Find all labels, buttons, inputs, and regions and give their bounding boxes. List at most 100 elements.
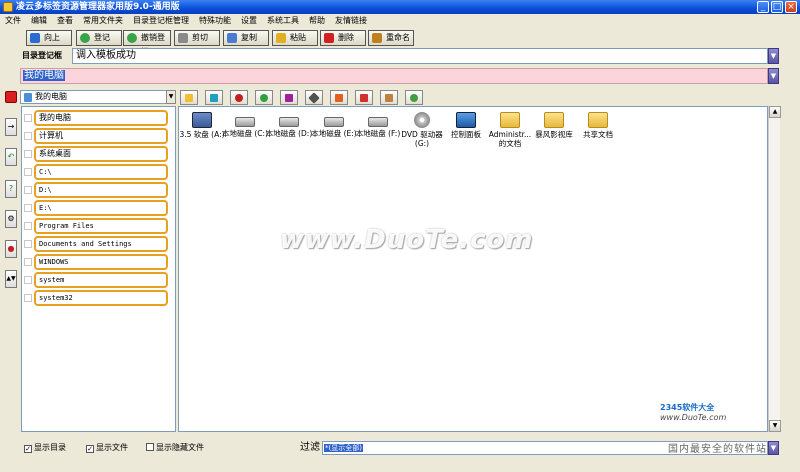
tree-checkbox[interactable] <box>24 258 32 266</box>
side-stop-button[interactable]: ● <box>5 240 17 258</box>
maximize-button[interactable]: □ <box>771 1 783 13</box>
show-files-checkbox[interactable]: ✓ 显示文件 <box>86 443 128 453</box>
minimize-button[interactable]: _ <box>757 1 769 13</box>
globe-icon <box>410 94 418 102</box>
tree-item[interactable]: 系统桌面 <box>24 145 174 163</box>
copy-button[interactable]: 复制 <box>223 30 269 46</box>
tree-combo[interactable]: 我的电脑 <box>20 90 174 104</box>
checkbox-checked-icon: ✓ <box>86 445 94 453</box>
folder-icon <box>588 112 608 128</box>
folder-tree: 我的电脑 计算机 系统桌面 C:\ D:\ E:\ Program Files … <box>21 106 176 432</box>
filter-dropdown-button[interactable]: ▼ <box>768 441 779 455</box>
diamond-button[interactable] <box>305 90 323 105</box>
refresh-button[interactable] <box>255 90 273 105</box>
title-bar: 凌云多标签资源管理器家用版9.0-通用版 <box>0 0 800 14</box>
brand-logo: 2345软件大全 www.DuoTe.com <box>660 403 727 422</box>
view-button[interactable] <box>280 90 298 105</box>
stop-button[interactable] <box>230 90 248 105</box>
menu-special[interactable]: 特殊功能 <box>194 14 236 28</box>
tree-checkbox[interactable] <box>24 240 32 248</box>
tree-checkbox[interactable] <box>24 186 32 194</box>
show-dirs-checkbox[interactable]: ✓ 显示目录 <box>24 443 66 453</box>
menu-view[interactable]: 查看 <box>52 14 78 28</box>
pencil-icon <box>360 94 368 102</box>
show-hidden-checkbox[interactable]: 显示隐藏文件 <box>146 443 204 453</box>
side-scroll-button[interactable]: ▲▼ <box>5 270 17 288</box>
file-pane: 3.5 软盘 (A:) 本地磁盘 (C:) 本地磁盘 (D:) 本地磁盘 (E:… <box>178 106 768 432</box>
copy-icon <box>227 33 237 43</box>
edit-button[interactable] <box>355 90 373 105</box>
menu-register-manage[interactable]: 目录登记框管理 <box>128 14 194 28</box>
network-button[interactable] <box>205 90 223 105</box>
refresh-icon <box>260 94 268 102</box>
file-item-shared-docs[interactable]: 共享文档 <box>572 112 624 139</box>
tree-checkbox[interactable] <box>24 294 32 302</box>
tree-item[interactable]: system <box>24 271 174 289</box>
folder-icon <box>185 94 193 102</box>
control-panel-icon <box>456 112 476 128</box>
tree-checkbox[interactable] <box>24 168 32 176</box>
path-dropdown-button[interactable]: ▼ <box>768 68 779 84</box>
side-help-button[interactable]: ? <box>5 180 17 198</box>
side-settings-button[interactable]: ⚙ <box>5 210 17 228</box>
tree-checkbox[interactable] <box>24 276 32 284</box>
tree-item[interactable]: 我的电脑 <box>24 109 174 127</box>
register-button[interactable]: 登记 <box>76 30 122 46</box>
menu-file[interactable]: 文件 <box>0 14 26 28</box>
diamond-icon <box>308 92 320 104</box>
tree-item[interactable]: system32 <box>24 289 174 307</box>
file-pane-scrollbar[interactable]: ▲ ▼ <box>768 106 781 432</box>
drive-icon <box>324 117 344 127</box>
menu-common-folders[interactable]: 常用文件夹 <box>78 14 128 28</box>
tree-item[interactable]: D:\ <box>24 181 174 199</box>
register-dropdown-button[interactable]: ▼ <box>768 48 779 64</box>
side-arrow-button[interactable]: → <box>5 118 17 136</box>
menu-edit[interactable]: 编辑 <box>26 14 52 28</box>
side-back-button[interactable]: ↶ <box>5 148 17 166</box>
register-message-field[interactable]: 调入模板成功 <box>72 48 768 64</box>
scroll-up-button[interactable]: ▲ <box>769 106 781 118</box>
unregister-button[interactable]: 撤销登记 <box>123 30 171 56</box>
menu-settings[interactable]: 设置 <box>236 14 262 28</box>
scissors-icon <box>178 33 188 43</box>
tree-combo-dropdown[interactable]: ▼ <box>166 90 176 104</box>
tree-item[interactable]: Documents and Settings <box>24 235 174 253</box>
menu-links[interactable]: 友情链接 <box>330 14 372 28</box>
dvd-icon <box>414 112 430 128</box>
computer-icon <box>24 93 32 102</box>
delete-button[interactable]: 删除 <box>320 30 366 46</box>
window-title: 凌云多标签资源管理器家用版9.0-通用版 <box>16 2 180 12</box>
menu-help[interactable]: 帮助 <box>304 14 330 28</box>
paste-button[interactable]: 粘贴 <box>272 30 318 46</box>
tree-checkbox[interactable] <box>24 114 32 122</box>
toolbar: 向上 登记 撤销登记 剪切 复制 粘贴 删除 重命名 <box>0 29 800 56</box>
rename-button[interactable]: 重命名 <box>368 30 414 46</box>
square-icon <box>285 94 293 102</box>
brand-tagline: 国内最安全的软件站 <box>668 444 767 455</box>
tree-item[interactable]: 计算机 <box>24 127 174 145</box>
file-toolbar <box>180 90 434 106</box>
globe-button[interactable] <box>405 90 423 105</box>
tree-item[interactable]: WINDOWS <box>24 253 174 271</box>
scroll-down-button[interactable]: ▼ <box>769 420 781 432</box>
tools-icon <box>385 94 393 102</box>
path-bar[interactable]: 我的电脑 <box>20 68 768 84</box>
tools-button[interactable] <box>380 90 398 105</box>
tree-item[interactable]: C:\ <box>24 163 174 181</box>
drive-icon <box>279 117 299 127</box>
tree-item[interactable]: Program Files <box>24 217 174 235</box>
close-button[interactable]: × <box>785 1 797 13</box>
tree-checkbox[interactable] <box>24 132 32 140</box>
menu-system-tools[interactable]: 系统工具 <box>262 14 304 28</box>
app-icon <box>3 2 13 12</box>
cut-button[interactable]: 剪切 <box>174 30 220 46</box>
document-button[interactable] <box>330 90 348 105</box>
tree-checkbox[interactable] <box>24 150 32 158</box>
tree-checkbox[interactable] <box>24 204 32 212</box>
tree-item[interactable]: E:\ <box>24 199 174 217</box>
up-button[interactable]: 向上 <box>26 30 72 46</box>
app-logo-icon[interactable] <box>5 91 17 103</box>
tree-checkbox[interactable] <box>24 222 32 230</box>
checkbox-empty-icon <box>146 443 154 451</box>
new-folder-button[interactable] <box>180 90 198 105</box>
